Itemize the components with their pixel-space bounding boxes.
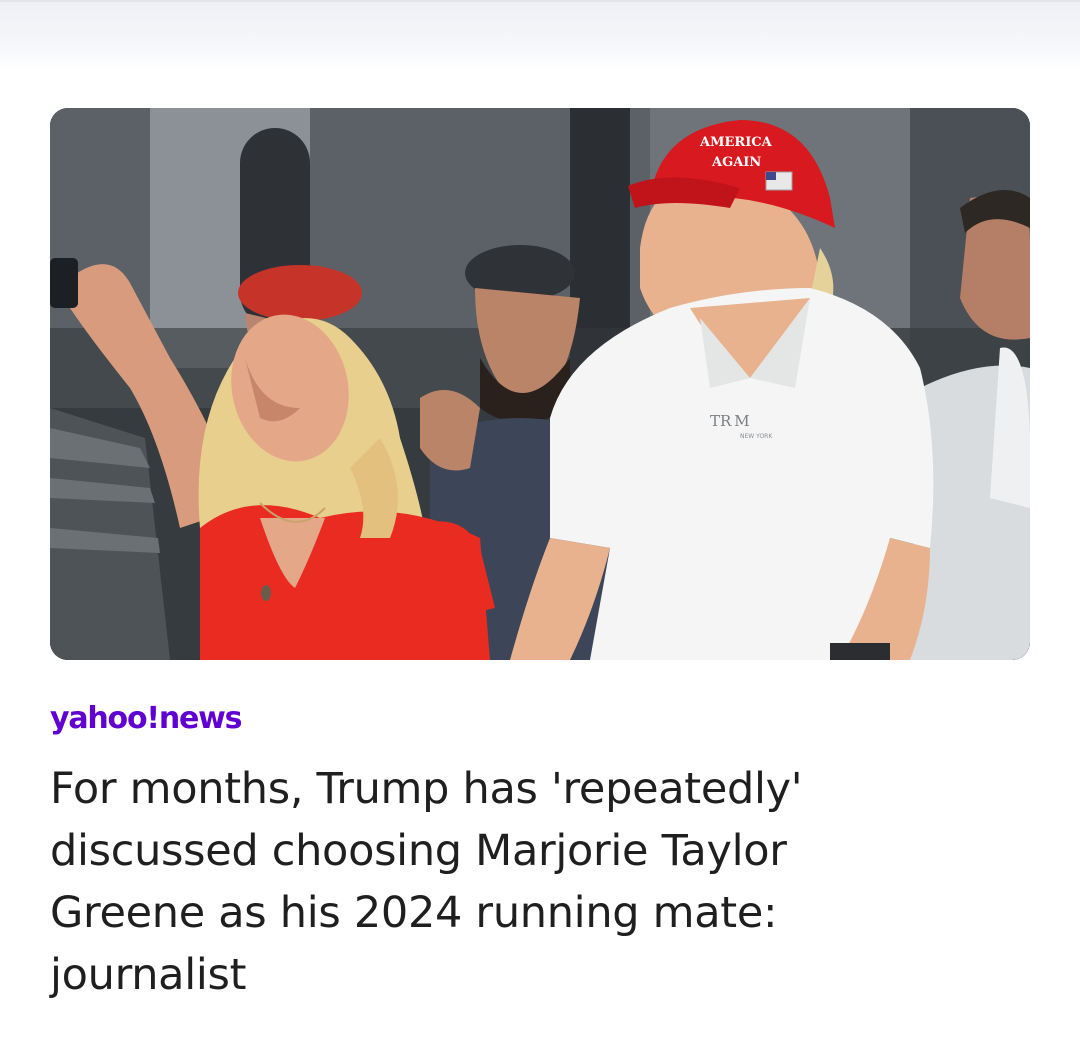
cap-text-line1: AMERICA [699, 135, 773, 150]
article-photo: AMERICA AGAIN TR M NEW YORK [50, 108, 1030, 660]
article-headline[interactable]: For months, Trump has 'repeatedly' discu… [50, 758, 930, 1006]
top-band [0, 0, 1080, 72]
article-image[interactable]: AMERICA AGAIN TR M NEW YORK [50, 108, 1030, 660]
source-row: yahoo!news [50, 698, 1030, 738]
shirt-logo: TR M [710, 412, 750, 430]
yahoo-news-logo-text: yahoo!news [50, 700, 243, 736]
shirt-logo-sub: NEW YORK [740, 433, 773, 440]
cap-text-line2: AGAIN [711, 155, 761, 170]
news-card[interactable]: AMERICA AGAIN TR M NEW YORK yahoo!news F… [50, 108, 1030, 1006]
yahoo-news-logo[interactable]: yahoo!news [50, 700, 243, 736]
